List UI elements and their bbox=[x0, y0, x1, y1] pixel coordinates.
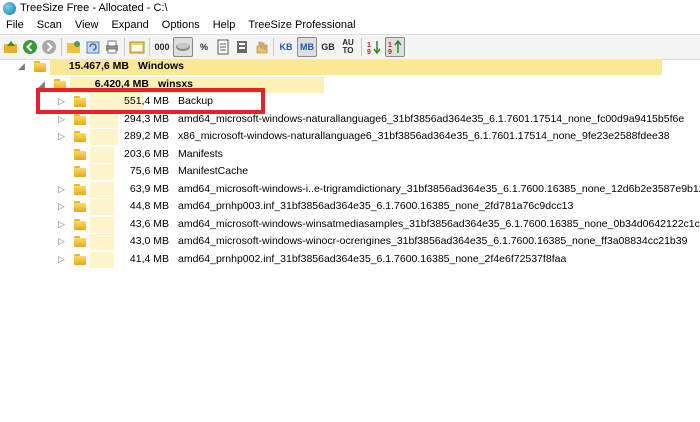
expand-arrow-icon[interactable]: ▷ bbox=[58, 233, 65, 250]
folder-size: 63,9 MB bbox=[129, 182, 169, 195]
size-view-icon[interactable] bbox=[173, 37, 193, 57]
hand-icon[interactable] bbox=[253, 38, 269, 56]
tree-row[interactable]: ▷ 41,4 MB amd64_prnhp002.inf_31bf3856ad364… bbox=[0, 251, 698, 269]
back-icon[interactable] bbox=[22, 38, 38, 56]
tree-row[interactable]: ▷ 63,9 MB amd64_microsoft-windows-i..e-tri… bbox=[0, 181, 700, 199]
folder-size: 75,6 MB bbox=[129, 165, 169, 177]
file-count-icon[interactable] bbox=[215, 38, 231, 56]
folder-size: 41,4 MB bbox=[129, 252, 169, 265]
forward-icon[interactable] bbox=[41, 38, 57, 56]
tree-row[interactable]: 203,6 MB Manifests bbox=[0, 146, 698, 164]
folder-icon bbox=[74, 183, 86, 195]
folder-icon bbox=[74, 166, 86, 177]
title-bar: TreeSize Free - Allocated - C:\ bbox=[0, 0, 700, 16]
tree-row[interactable]: ▷ 289,2 MB x86_microsoft-windows-naturalla… bbox=[0, 128, 698, 146]
folder-size: 289,2 MB bbox=[124, 130, 169, 142]
auto-button[interactable]: AU TO bbox=[339, 38, 357, 56]
svg-text:9: 9 bbox=[388, 49, 392, 55]
sort-size-icon[interactable]: 19 bbox=[366, 38, 382, 56]
menu-scan[interactable]: Scan bbox=[31, 16, 69, 34]
folder-name: amd64_prnhp003.inf_31bf3856ad364e35_6.1.… bbox=[178, 200, 574, 212]
toolbar-separator bbox=[361, 38, 362, 56]
mb-button[interactable]: MB bbox=[297, 37, 317, 57]
menu-options[interactable]: Options bbox=[156, 16, 207, 34]
svg-text:9: 9 bbox=[367, 49, 371, 55]
tree-row[interactable]: 75,6 MB ManifestCache bbox=[0, 163, 698, 181]
up-folder-icon[interactable] bbox=[3, 38, 19, 56]
expand-arrow-icon[interactable]: ▷ bbox=[58, 216, 65, 233]
tree-row[interactable]: ▷ 43,0 MB amd64_microsoft-windows-winocr-o… bbox=[0, 233, 698, 251]
folder-icon bbox=[34, 61, 46, 72]
menu-file[interactable]: File bbox=[0, 16, 31, 34]
print-icon[interactable] bbox=[104, 38, 120, 56]
toolbar-separator bbox=[273, 38, 274, 56]
collapse-arrow-icon[interactable]: ◢ bbox=[18, 58, 25, 75]
folder-name: amd64_microsoft-windows-i..e-trigramdict… bbox=[178, 182, 700, 195]
percent-button[interactable]: % bbox=[196, 38, 212, 56]
menu-treesize-professional[interactable]: TreeSize Professional bbox=[242, 16, 362, 34]
folder-icon bbox=[74, 113, 86, 125]
folder-icon bbox=[74, 201, 86, 212]
expand-arrow-icon[interactable]: ▷ bbox=[58, 181, 65, 198]
folder-name: amd64_microsoft-windows-winsatmediasampl… bbox=[178, 217, 700, 230]
folder-size: 44,8 MB bbox=[129, 200, 169, 212]
tree-row[interactable]: ▷ 43,6 MB amd64_microsoft-windows-winsatme… bbox=[0, 216, 700, 234]
annotation-highlight-box bbox=[36, 88, 265, 114]
menu-help[interactable]: Help bbox=[207, 16, 243, 34]
folder-icon bbox=[74, 131, 86, 142]
toolbar-separator bbox=[61, 38, 62, 56]
tree-row[interactable]: ◢ 15.467,6 MB Windows bbox=[0, 58, 698, 76]
kb-button[interactable]: KB bbox=[278, 38, 294, 56]
folder-size: 43,6 MB bbox=[129, 217, 169, 230]
digits-button[interactable]: 000 bbox=[154, 38, 170, 56]
details-icon[interactable] bbox=[234, 38, 250, 56]
folder-icon bbox=[74, 218, 86, 230]
svg-text:1: 1 bbox=[388, 42, 392, 49]
folder-icon bbox=[74, 148, 86, 160]
open-folder-icon[interactable] bbox=[66, 38, 82, 56]
sort-name-icon[interactable]: 19 bbox=[385, 37, 405, 57]
expand-arrow-icon[interactable]: ▷ bbox=[58, 251, 65, 268]
treesize-window: TreeSize Free - Allocated - C:\ File Sca… bbox=[0, 0, 700, 268]
svg-text:1: 1 bbox=[367, 42, 371, 49]
folder-size: 43,0 MB bbox=[129, 235, 169, 247]
folder-icon bbox=[74, 253, 86, 265]
folder-name: x86_microsoft-windows-naturallanguage6_3… bbox=[178, 130, 670, 142]
menu-bar: File Scan View Expand Options Help TreeS… bbox=[0, 16, 700, 34]
folder-name: amd64_microsoft-windows-winocr-ocrengine… bbox=[178, 235, 688, 247]
window-title: TreeSize Free - Allocated - C:\ bbox=[20, 2, 168, 14]
treesize-app-icon bbox=[3, 1, 16, 15]
folder-name: amd64_prnhp002.inf_31bf3856ad364e35_6.1.… bbox=[178, 252, 567, 265]
tree-row[interactable]: ▷ 44,8 MB amd64_prnhp003.inf_31bf3856ad364… bbox=[0, 198, 698, 216]
toolbar-separator bbox=[124, 38, 125, 56]
gb-button[interactable]: GB bbox=[320, 38, 336, 56]
toolbar-separator bbox=[149, 38, 150, 56]
expand-arrow-icon[interactable]: ▷ bbox=[58, 198, 65, 215]
folder-name: Manifests bbox=[178, 147, 223, 160]
folder-size: 15.467,6 MB bbox=[68, 60, 129, 72]
folder-name: ManifestCache bbox=[178, 165, 249, 177]
expand-arrow-icon[interactable]: ▷ bbox=[58, 128, 65, 145]
explorer-icon[interactable] bbox=[129, 38, 145, 56]
folder-icon bbox=[74, 236, 86, 247]
refresh-icon[interactable] bbox=[85, 38, 101, 56]
folder-name: Windows bbox=[138, 60, 184, 72]
menu-expand[interactable]: Expand bbox=[105, 16, 155, 34]
folder-size: 203,6 MB bbox=[124, 147, 169, 160]
toolbar: 000 % KB MB GB AU TO 19 19 bbox=[0, 34, 700, 60]
menu-view[interactable]: View bbox=[69, 16, 106, 34]
